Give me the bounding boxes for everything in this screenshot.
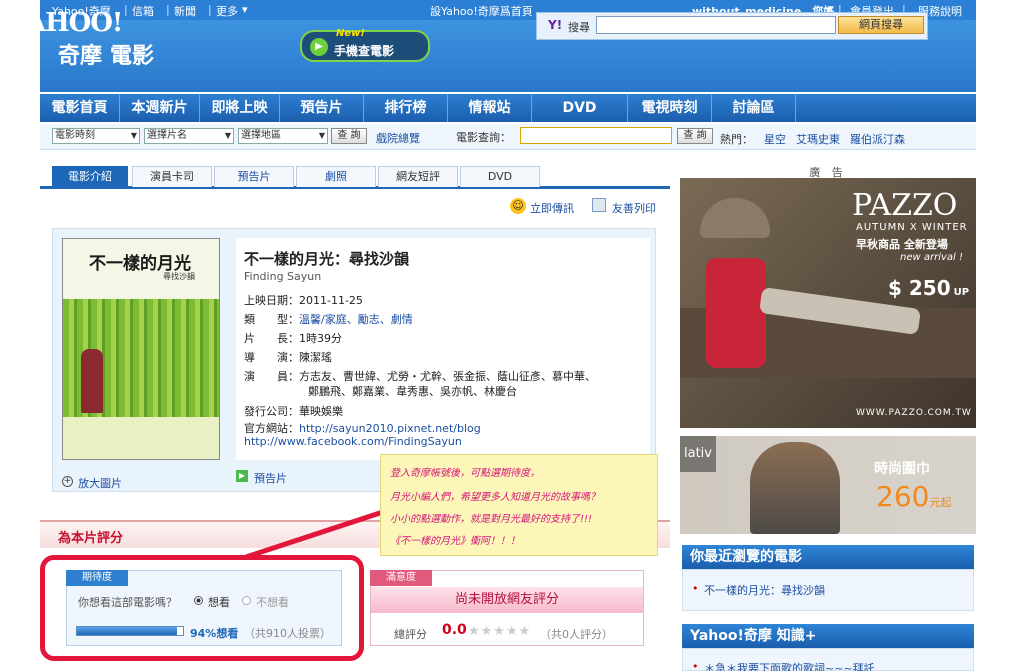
knowledge-link[interactable]: ＊急＊我要下面歌的歌詞~~~拜託 bbox=[704, 660, 875, 671]
nav-movie-home[interactable]: 電影首頁 bbox=[40, 94, 120, 122]
length-row: 片 長：1時39分 bbox=[244, 332, 342, 345]
movie-search-label: 電影查詢： bbox=[456, 131, 511, 144]
movie-select[interactable]: 選擇片名 ▼ bbox=[144, 128, 234, 144]
chevron-down-icon: ▾ bbox=[242, 3, 248, 16]
play-icon: ▶ bbox=[310, 38, 328, 56]
ad-season: AUTUMN X WINTER bbox=[856, 222, 968, 233]
ad2-price: 260元起 bbox=[876, 480, 952, 513]
yahoo-y-icon: Y! bbox=[548, 18, 563, 32]
cast-row-2: 鄭鵬飛、鄭嘉業、韋秀惠、吳亦帆、林慶台 bbox=[308, 385, 517, 398]
lativ-ad[interactable]: lativ 時尚圍巾 260元起 bbox=[680, 436, 976, 534]
ad-url: WWW.PAZZO.COM.TW bbox=[856, 408, 972, 418]
note-line-4: 《不一樣的月光》衝阿！！！ bbox=[390, 536, 520, 547]
satisfaction-banner: 尚未開放網友評分 bbox=[371, 587, 643, 613]
print-link[interactable]: 友善列印 bbox=[612, 200, 656, 216]
region-select[interactable]: 選擇地區 ▼ bbox=[238, 128, 328, 144]
share-link[interactable]: 立即傳訊 bbox=[530, 200, 574, 216]
trailer-icon: ▶ bbox=[236, 470, 248, 482]
chevron-down-icon: ▼ bbox=[224, 131, 231, 140]
chevron-down-icon: ▼ bbox=[318, 131, 325, 140]
genre-links[interactable]: 溫馨/家庭、勵志、劇情 bbox=[299, 313, 413, 326]
release-row: 上映日期：2011-11-25 bbox=[244, 294, 363, 307]
ad-new-arrival: new arrival ! bbox=[900, 252, 963, 263]
hot-link-3[interactable]: 羅伯派汀森 bbox=[850, 131, 905, 147]
ad2-brand: lativ bbox=[684, 446, 712, 461]
nav-coming-soon[interactable]: 即將上映 bbox=[200, 94, 280, 122]
director-row: 導 演：陳潔瑤 bbox=[244, 351, 332, 364]
logo-subtitle: 奇摩 電影 bbox=[58, 44, 155, 69]
movie-poster[interactable]: 不一樣的月光 尋找沙韻 bbox=[62, 238, 220, 460]
movie-query-button[interactable]: 查 詢 bbox=[677, 128, 713, 144]
nav-new-releases[interactable]: 本週新片 bbox=[120, 94, 200, 122]
mobile-movie-label: 手機查電影 bbox=[334, 44, 395, 58]
poster-subtitle: 尋找沙韻 bbox=[163, 272, 195, 281]
bullet-icon: • bbox=[692, 660, 699, 671]
website-row: 官方網站：http://sayun2010.pixnet.net/blog bbox=[244, 422, 481, 435]
note-line-3: 小小的點選動作，就是對月光最好的支持了!!! bbox=[390, 514, 593, 525]
rating-title: 為本片評分 bbox=[58, 531, 124, 546]
website-link[interactable]: http://sayun2010.pixnet.net/blog bbox=[299, 422, 481, 435]
knowledge-header: Yahoo!奇摩 知識+ bbox=[682, 624, 974, 648]
tab-trailers[interactable]: 預告片 bbox=[214, 166, 294, 187]
web-search-button[interactable]: 網頁搜尋 bbox=[838, 16, 924, 34]
smile-icon: ☺ bbox=[510, 198, 526, 214]
printer-icon bbox=[592, 198, 606, 212]
mail-link[interactable]: 信箱 bbox=[132, 3, 154, 19]
cast-row: 演 員：方志友、曹世緯、尤勞・尤幹、張金振、蔭山征彥、慕中華、 bbox=[244, 370, 596, 383]
movie-search-input[interactable] bbox=[520, 127, 672, 144]
company-row: 發行公司：華映娛樂 bbox=[244, 405, 343, 418]
highlight-frame bbox=[40, 555, 364, 661]
search-input[interactable] bbox=[596, 16, 836, 34]
search-label: 搜尋 bbox=[568, 21, 590, 34]
set-homepage-link[interactable]: 設Yahoo!奇摩爲首頁 bbox=[430, 3, 533, 19]
nav-trailers[interactable]: 預告片 bbox=[280, 94, 364, 122]
chevron-down-icon: ▼ bbox=[130, 131, 137, 140]
tab-intro[interactable]: 電影介紹 bbox=[52, 166, 128, 187]
query-button[interactable]: 查 詢 bbox=[331, 128, 367, 144]
more-menu[interactable]: 更多 bbox=[216, 3, 238, 19]
news-link[interactable]: 新聞 bbox=[174, 3, 196, 19]
trailer-link[interactable]: 預告片 bbox=[254, 470, 287, 486]
total-votes: （共0人評分） bbox=[540, 628, 613, 641]
bullet-icon: • bbox=[692, 582, 699, 595]
nav-dvd[interactable]: DVD bbox=[532, 94, 628, 122]
hot-link-1[interactable]: 星空 bbox=[764, 131, 786, 147]
nav-info[interactable]: 情報站 bbox=[448, 94, 532, 122]
tab-reviews[interactable]: 網友短評 bbox=[378, 166, 458, 187]
satisfaction-tag: 滿意度 bbox=[370, 570, 432, 586]
arrow-annotation bbox=[245, 508, 387, 560]
facebook-link[interactable]: http://www.facebook.com/FindingSayun bbox=[244, 435, 462, 448]
enlarge-link[interactable]: 放大圖片 bbox=[78, 475, 122, 491]
total-score: 0.0 bbox=[442, 622, 467, 638]
star-rating-icons: ★★★★★ bbox=[468, 624, 532, 639]
english-title: Finding Sayun bbox=[244, 270, 322, 283]
tab-dvd[interactable]: DVD bbox=[460, 166, 540, 187]
note-line-1: 登入奇摩帳號後，可點選期待度， bbox=[390, 468, 540, 479]
nav-forum[interactable]: 討論區 bbox=[712, 94, 796, 122]
recent-movies-header: 你最近瀏覽的電影 bbox=[682, 545, 974, 569]
nav-tv-schedule[interactable]: 電視時刻 bbox=[628, 94, 712, 122]
ad-headline: 早秋商品 全新登場 bbox=[856, 238, 948, 251]
showtime-select[interactable]: 電影時刻 ▼ bbox=[52, 128, 140, 144]
yahoo-logo[interactable]: YAHOO! bbox=[10, 8, 123, 38]
tab-stills[interactable]: 劇照 bbox=[296, 166, 376, 187]
recent-movie-link[interactable]: 不一樣的月光：尋找沙韻 bbox=[704, 582, 825, 598]
nav-rankings[interactable]: 排行榜 bbox=[364, 94, 448, 122]
genre-row: 類 型：溫馨/家庭、勵志、劇情 bbox=[244, 313, 413, 326]
ad-brand: PAZZO bbox=[852, 188, 958, 223]
hot-label: 熱門： bbox=[720, 133, 753, 146]
movie-title: 不一樣的月光：尋找沙韻 bbox=[244, 250, 410, 268]
theaters-link[interactable]: 戲院總覽 bbox=[376, 130, 420, 146]
ad2-text: 時尚圍巾 bbox=[874, 461, 930, 477]
note-line-2: 月光小編人們，希望更多人知道月光的故事嗎？ bbox=[390, 492, 600, 503]
zoom-icon: + bbox=[62, 476, 73, 487]
hot-link-2[interactable]: 艾瑪史東 bbox=[796, 131, 840, 147]
total-score-label: 總評分 bbox=[394, 628, 427, 641]
tab-cast[interactable]: 演員卡司 bbox=[132, 166, 212, 187]
new-badge: New! bbox=[336, 28, 365, 39]
pazzo-ad[interactable]: PAZZO AUTUMN X WINTER 早秋商品 全新登場 new arri… bbox=[680, 178, 976, 428]
main-nav: 電影首頁 本週新片 即將上映 預告片 排行榜 情報站 DVD 電視時刻 討論區 bbox=[40, 94, 976, 122]
ad-price: $ 250 UP bbox=[888, 276, 970, 300]
